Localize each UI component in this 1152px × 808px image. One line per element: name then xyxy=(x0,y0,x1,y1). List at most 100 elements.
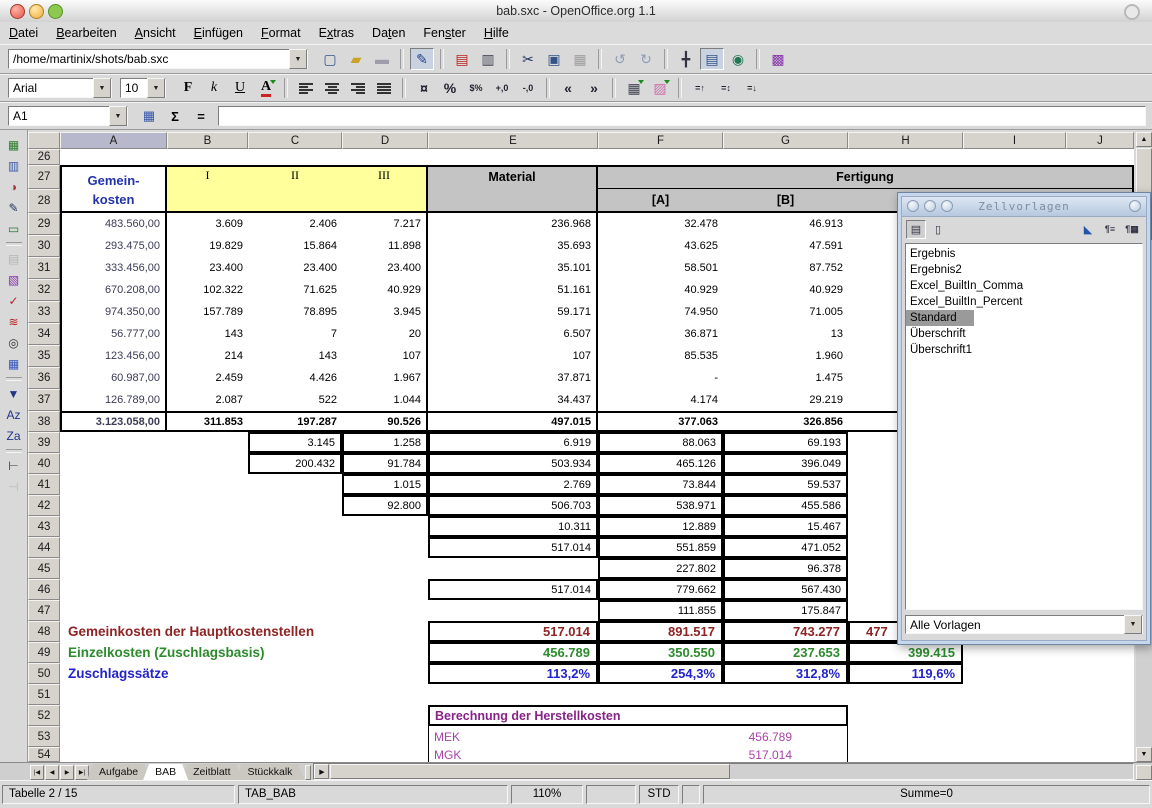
cell-E31[interactable]: 35.101 xyxy=(428,257,598,279)
cell-F48[interactable]: 891.517 xyxy=(598,621,723,642)
align-center-icon[interactable] xyxy=(320,77,344,99)
cell-E53[interactable]: MEK xyxy=(428,726,598,747)
menu-datei[interactable]: Datei xyxy=(0,22,47,44)
header-sub-b[interactable]: [B] xyxy=(723,189,848,213)
stylist-title-bar[interactable]: Zellvorlagen xyxy=(902,197,1146,217)
cell-F41[interactable]: 73.844 xyxy=(598,474,723,495)
insert-chart-icon[interactable]: ◑ xyxy=(3,177,25,197)
cell-E34[interactable]: 6.507 xyxy=(428,323,598,345)
cell-G35[interactable]: 1.960 xyxy=(723,345,848,367)
fill-format-mode-icon[interactable]: ◣ xyxy=(1078,220,1098,239)
header-fertigung[interactable]: Fertigung xyxy=(598,165,1134,189)
cell-F40[interactable]: 465.126 xyxy=(598,453,723,474)
cell-E32[interactable]: 51.161 xyxy=(428,279,598,301)
cell-G48[interactable]: 743.277 xyxy=(723,621,848,642)
cell-G46[interactable]: 567.430 xyxy=(723,579,848,600)
label-row-49[interactable]: Einzelkosten (Zuschlagsbasis) xyxy=(60,642,428,663)
align-top-icon[interactable]: =↑ xyxy=(688,77,712,99)
align-bottom-icon[interactable]: =↓ xyxy=(740,77,764,99)
cell-C37[interactable]: 522 xyxy=(248,389,342,411)
cell-D35[interactable]: 107 xyxy=(342,345,428,367)
cell-C40[interactable]: 200.432 xyxy=(248,453,342,474)
column-header-D[interactable]: D xyxy=(342,132,428,149)
cell-F54[interactable]: 517.014 xyxy=(598,747,848,762)
column-header-F[interactable]: F xyxy=(598,132,723,149)
cell-B30[interactable]: 19.829 xyxy=(167,235,248,257)
page-styles-icon[interactable]: ▯ xyxy=(928,220,948,239)
cell-A36[interactable]: 60.987,00 xyxy=(60,367,167,389)
tab-split-handle[interactable] xyxy=(305,765,311,780)
cell-B33[interactable]: 157.789 xyxy=(167,301,248,323)
sheet-tab-stckkalk[interactable]: Stückkalk xyxy=(236,764,305,780)
cell-F50[interactable]: 254,3% xyxy=(598,663,723,684)
hyperlink-dialog-icon[interactable]: ◉ xyxy=(726,48,750,70)
cell-F37[interactable]: 4.174 xyxy=(598,389,723,411)
new-style-from-selection-icon[interactable]: ¶≡ xyxy=(1100,220,1120,239)
menu-bearbeiten[interactable]: Bearbeiten xyxy=(47,22,125,44)
column-header-J[interactable]: J xyxy=(1066,132,1134,149)
sheet-tab-bab[interactable]: BAB xyxy=(143,764,188,780)
cell-G44[interactable]: 471.052 xyxy=(723,537,848,558)
header-sub-a[interactable]: [A] xyxy=(598,189,723,213)
column-header-H[interactable]: H xyxy=(848,132,963,149)
cell-C34[interactable]: 7 xyxy=(248,323,342,345)
auto-spellcheck-icon[interactable]: ≋ xyxy=(3,312,25,332)
cell-E46[interactable]: 517.014 xyxy=(428,579,598,600)
scroll-right-button[interactable]: ▶ xyxy=(314,764,329,779)
cell-C36[interactable]: 4.426 xyxy=(248,367,342,389)
header-material[interactable]: Material xyxy=(428,165,598,213)
gallery-icon[interactable]: ▩ xyxy=(766,48,790,70)
cell-D29[interactable]: 7.217 xyxy=(342,213,428,235)
align-right-icon[interactable] xyxy=(346,77,370,99)
cell-F43[interactable]: 12.889 xyxy=(598,516,723,537)
cell-E37[interactable]: 34.437 xyxy=(428,389,598,411)
sheet-tab-zeitblatt[interactable]: Zeitblatt xyxy=(181,764,242,780)
row-header-39[interactable]: 39 xyxy=(28,432,60,453)
style-item-ergebnis[interactable]: Ergebnis xyxy=(906,246,974,262)
row-header-33[interactable]: 33 xyxy=(28,301,60,323)
cell-G45[interactable]: 96.378 xyxy=(723,558,848,579)
cell-F31[interactable]: 58.501 xyxy=(598,257,723,279)
first-sheet-button[interactable]: |◀ xyxy=(30,765,44,780)
label-row-50[interactable]: Zuschlagssätze xyxy=(60,663,428,684)
background-color-icon[interactable]: ▨ xyxy=(648,77,672,99)
row-header-41[interactable]: 41 xyxy=(28,474,60,495)
next-sheet-button[interactable]: ▶ xyxy=(60,765,74,780)
column-header-E[interactable]: E xyxy=(428,132,598,149)
row-header-35[interactable]: 35 xyxy=(28,345,60,367)
menu-einfgen[interactable]: Einfügen xyxy=(185,22,252,44)
cell-B32[interactable]: 102.322 xyxy=(167,279,248,301)
cell-G33[interactable]: 71.005 xyxy=(723,301,848,323)
cell-A33[interactable]: 974.350,00 xyxy=(60,301,167,323)
style-item--berschrift1[interactable]: Überschrift1 xyxy=(906,342,976,358)
herstellkosten-title[interactable]: Berechnung der Herstellkosten xyxy=(428,705,848,726)
column-header-A[interactable]: A xyxy=(60,132,167,149)
menu-ansicht[interactable]: Ansicht xyxy=(126,22,185,44)
row-header-53[interactable]: 53 xyxy=(28,726,60,747)
scroll-down-button[interactable]: ▼ xyxy=(1136,747,1152,762)
row-header-38[interactable]: 38 xyxy=(28,411,60,432)
row-header-45[interactable]: 45 xyxy=(28,558,60,579)
align-vcenter-icon[interactable]: =↕ xyxy=(714,77,738,99)
status-sheet-name[interactable]: TAB_BAB xyxy=(238,785,508,804)
row-header-40[interactable]: 40 xyxy=(28,453,60,474)
header-group-3[interactable]: III xyxy=(342,165,428,213)
cell-B29[interactable]: 3.609 xyxy=(167,213,248,235)
row-header-26[interactable]: 26 xyxy=(28,149,60,165)
row-header-32[interactable]: 32 xyxy=(28,279,60,301)
cell-D39[interactable]: 1.258 xyxy=(342,432,428,453)
horizontal-scrollbar[interactable]: ◀ ▶ xyxy=(313,763,1134,780)
cell-B38[interactable]: 311.853 xyxy=(167,411,248,432)
cell-C31[interactable]: 23.400 xyxy=(248,257,342,279)
cell-A29[interactable]: 483.560,00 xyxy=(60,213,167,235)
cell-D42[interactable]: 92.800 xyxy=(342,495,428,516)
cell-G41[interactable]: 59.537 xyxy=(723,474,848,495)
cell-F33[interactable]: 74.950 xyxy=(598,301,723,323)
cell-A34[interactable]: 56.777,00 xyxy=(60,323,167,345)
row-header-34[interactable]: 34 xyxy=(28,323,60,345)
cell-G42[interactable]: 455.586 xyxy=(723,495,848,516)
cell-F42[interactable]: 538.971 xyxy=(598,495,723,516)
style-item-standard[interactable]: Standard xyxy=(906,310,974,326)
cell-A32[interactable]: 670.208,00 xyxy=(60,279,167,301)
name-box-dropdown-button[interactable]: ▼ xyxy=(109,106,127,126)
